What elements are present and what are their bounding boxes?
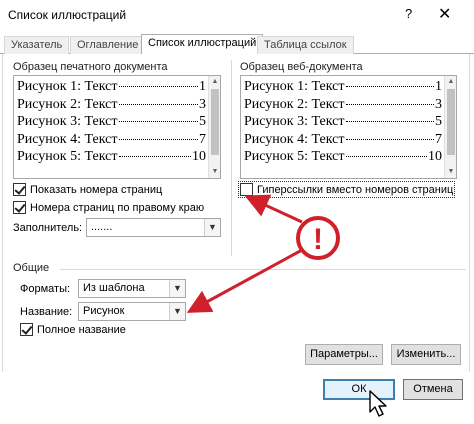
preview-line: Рисунок 1: Текст 1 [17,79,206,94]
preview-line: Рисунок 5: Текст 10 [244,149,442,164]
formats-value: Из шаблона [83,282,145,294]
show-page-numbers-checkbox[interactable]: Показать номера страниц [13,183,162,196]
tab-figures[interactable]: Список иллюстраций [141,34,264,55]
web-preview-box: Рисунок 1: Текст 1 Рисунок 2: Текст 3 Рису… [240,75,457,179]
hyperlinks-label: Гиперссылки вместо номеров страниц [257,183,454,196]
formats-dropdown[interactable]: Из шаблона ▼ [78,279,186,298]
caption-dropdown[interactable]: Рисунок ▼ [78,302,186,321]
column-divider [231,60,232,256]
scroll-thumb[interactable] [211,89,219,155]
right-align-label: Номера страниц по правому краю [30,201,205,214]
scroll-down-icon[interactable]: ▼ [445,166,456,178]
scroll-up-icon[interactable]: ▲ [445,76,456,88]
help-button[interactable]: ? [405,6,412,21]
modify-button[interactable]: Изменить... [391,344,461,365]
preview-line: Рисунок 1: Текст 1 [244,79,442,94]
general-group-label: Общие [13,262,53,274]
full-caption-checkbox[interactable]: Полное название [20,323,126,336]
mouse-pointer-icon [369,390,387,417]
preview-line: Рисунок 4: Текст 7 [244,131,442,147]
scroll-down-icon[interactable]: ▼ [209,166,220,178]
chevron-down-icon[interactable]: ▼ [169,303,185,320]
print-preview-scrollbar[interactable]: ▲ ▼ [208,76,220,178]
web-preview-scrollbar[interactable]: ▲ ▼ [444,76,456,178]
tab-index[interactable]: Указатель [4,36,70,54]
checkbox-checked-icon[interactable] [13,183,26,196]
chevron-down-icon[interactable]: ▼ [204,219,220,236]
preview-line: Рисунок 2: Текст 3 [17,96,206,112]
checkbox-checked-icon[interactable] [13,201,26,214]
preview-line: Рисунок 4: Текст 7 [17,131,206,147]
tab-leader-value: ....... [91,221,113,233]
dialog-title: Список иллюстраций [8,8,127,22]
preview-line: Рисунок 2: Текст 3 [244,96,442,112]
close-icon[interactable]: ✕ [438,4,451,24]
parameters-button[interactable]: Параметры... [305,344,383,365]
tab-leader-dropdown[interactable]: ....... ▼ [86,218,221,237]
tab-bar: Указатель Оглавление Список иллюстраций … [0,34,474,55]
tab-authorities[interactable]: Таблица ссылок [257,36,354,54]
formats-label: Форматы: [20,283,71,295]
cancel-button[interactable]: Отмена [403,379,463,400]
caption-value: Рисунок [83,305,125,317]
general-divider [60,269,466,270]
print-preview-label: Образец печатного документа [13,61,171,73]
caption-label: Название: [20,306,73,318]
right-align-checkbox[interactable]: Номера страниц по правому краю [13,201,204,214]
tab-contents[interactable]: Оглавление [70,36,146,54]
checkbox-checked-icon[interactable] [20,323,33,336]
preview-line: Рисунок 3: Текст 5 [244,114,442,129]
preview-line: Рисунок 3: Текст 5 [17,114,206,129]
scroll-up-icon[interactable]: ▲ [209,76,220,88]
checkbox-unchecked-icon[interactable] [240,183,253,196]
preview-line: Рисунок 5: Текст 10 [17,149,206,164]
full-caption-label: Полное название [37,323,126,336]
web-preview-label: Образец веб-документа [240,61,366,73]
chevron-down-icon[interactable]: ▼ [169,280,185,297]
tab-leader-label: Заполнитель: [13,222,83,234]
print-preview-box: Рисунок 1: Текст 1 Рисунок 2: Текст 3 Рису… [13,75,221,179]
show-page-numbers-label: Показать номера страниц [30,183,163,196]
title-bar: Список иллюстраций ? ✕ [0,0,474,30]
scroll-thumb[interactable] [447,89,455,155]
hyperlinks-checkbox[interactable]: Гиперссылки вместо номеров страниц [237,181,456,198]
